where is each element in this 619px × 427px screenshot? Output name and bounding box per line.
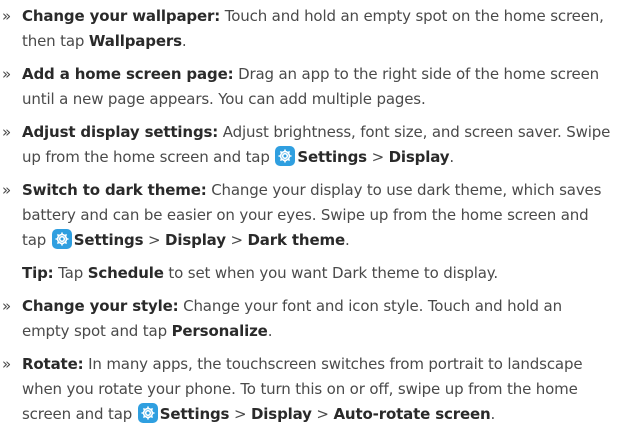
tip-label: Tip: bbox=[22, 264, 54, 282]
item-bold: Settings bbox=[159, 405, 230, 423]
item-title: Change your wallpaper: bbox=[22, 7, 221, 25]
bullet: » bbox=[2, 65, 12, 83]
bullet: » bbox=[2, 355, 12, 373]
bullet: » bbox=[2, 123, 12, 141]
item-title: Adjust display settings: bbox=[22, 123, 219, 141]
list-item-switch-dark-theme: » Switch to dark theme: Change your displ… bbox=[2, 178, 613, 253]
settings-icon bbox=[51, 229, 72, 249]
item-bold: Auto-rotate screen bbox=[333, 405, 491, 423]
item-separator: > bbox=[225, 231, 248, 249]
item-bold: Dark theme bbox=[247, 231, 345, 249]
list-item-adjust-display-settings: » Adjust display settings: Adjust brightn… bbox=[2, 120, 613, 170]
settings-icon bbox=[275, 146, 296, 166]
tip-text-end: to set when you want Dark theme to displ… bbox=[163, 264, 498, 282]
item-bold: Display bbox=[165, 231, 226, 249]
item-separator: > bbox=[311, 405, 334, 423]
item-bold: Settings bbox=[297, 148, 367, 166]
bullet: » bbox=[2, 7, 12, 25]
item-text-end: . bbox=[449, 148, 455, 166]
item-text-end: . bbox=[267, 322, 273, 340]
item-separator: > bbox=[366, 148, 389, 166]
item-title: Change your style: bbox=[22, 297, 179, 315]
bullet: » bbox=[2, 181, 12, 199]
list-item-rotate: » Rotate: In many apps, the touchscreen s… bbox=[2, 352, 613, 427]
instructions-page: » Change your wallpaper: Touch and hold a… bbox=[0, 0, 619, 427]
tip-text: Tap bbox=[53, 264, 88, 282]
item-bold: Wallpapers bbox=[88, 32, 182, 50]
item-text-end: . bbox=[181, 32, 187, 50]
bullet: » bbox=[2, 297, 12, 315]
item-title: Switch to dark theme: bbox=[22, 181, 207, 199]
settings-icon bbox=[137, 403, 158, 423]
item-text-end: . bbox=[490, 405, 496, 423]
list-item-change-wallpaper: » Change your wallpaper: Touch and hold a… bbox=[2, 4, 613, 54]
tip-bold: Schedule bbox=[87, 264, 164, 282]
item-title: Rotate: bbox=[22, 355, 84, 373]
list-item-change-style: » Change your style: Change your font and… bbox=[2, 294, 613, 344]
item-bold: Settings bbox=[73, 231, 144, 249]
item-bold: Display bbox=[251, 405, 312, 423]
item-bold: Display bbox=[388, 148, 450, 166]
item-separator: > bbox=[143, 231, 166, 249]
item-title: Add a home screen page: bbox=[22, 65, 234, 83]
list-item-add-home-screen-page: » Add a home screen page: Drag an app to … bbox=[2, 62, 613, 112]
item-text-end: . bbox=[344, 231, 350, 249]
item-separator: > bbox=[229, 405, 251, 423]
item-bold: Personalize bbox=[171, 322, 268, 340]
tip-paragraph: Tip: Tap Schedule to set when you want D… bbox=[22, 261, 613, 286]
